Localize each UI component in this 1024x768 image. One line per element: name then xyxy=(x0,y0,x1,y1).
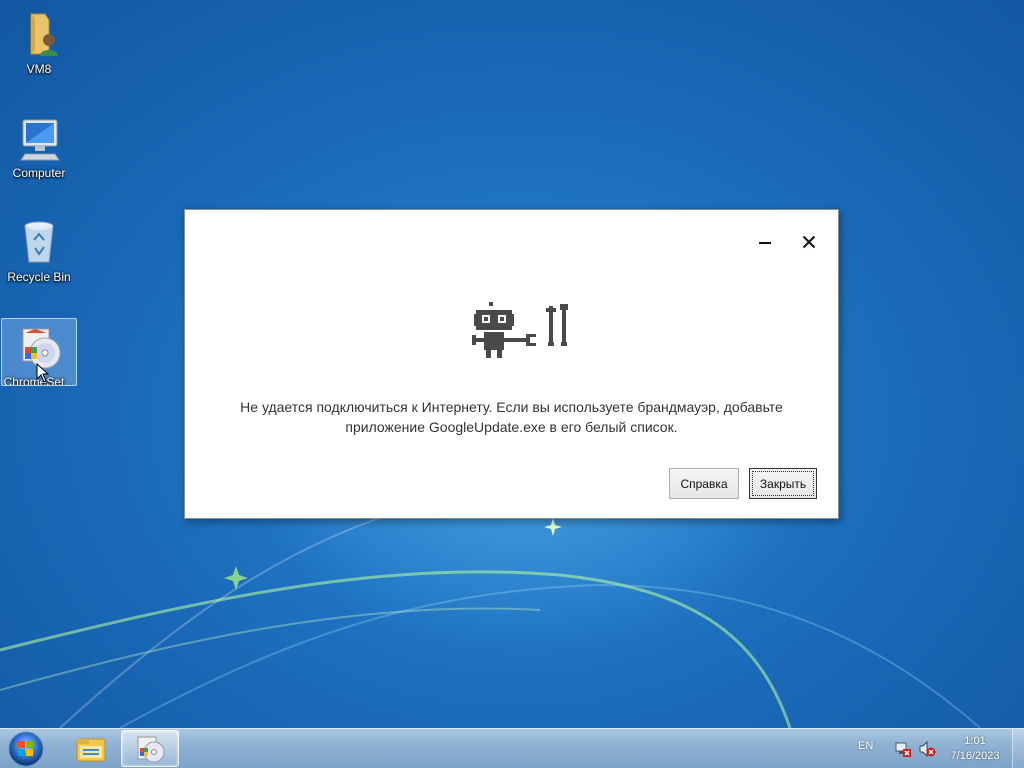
offline-robot-icon xyxy=(472,302,568,358)
wallpaper-flare xyxy=(544,518,562,536)
window-close-button[interactable] xyxy=(797,230,821,254)
offline-error-dialog: Не удается подключиться к Интернету. Есл… xyxy=(184,209,839,519)
error-message-line-2: приложение GoogleUpdate.exe в его белый … xyxy=(345,419,678,435)
desktop-icon-vm8[interactable]: VM8 xyxy=(1,6,77,76)
clock-time: 1:01 xyxy=(964,735,986,747)
user-folder-icon xyxy=(15,10,63,58)
desktop-icon-computer[interactable]: Computer xyxy=(1,110,77,180)
error-message: Не удается подключиться к Интернету. Есл… xyxy=(205,397,818,437)
desktop-icon-label: Recycle Bin xyxy=(7,270,71,284)
desktop-icon-recycle-bin[interactable]: Recycle Bin xyxy=(1,214,77,284)
computer-icon xyxy=(15,114,63,162)
desktop-icon-chrome-setup[interactable]: ChromeSet... xyxy=(1,318,77,386)
volume-muted-icon xyxy=(919,740,936,758)
close-button[interactable]: Закрыть xyxy=(749,468,817,499)
recycle-bin-icon xyxy=(15,218,63,266)
system-clock[interactable]: 1:01 7/16/2023 xyxy=(942,734,1008,764)
clock-date: 7/16/2023 xyxy=(950,750,1000,762)
windows-start-orb-icon xyxy=(8,731,44,767)
volume-tray-button[interactable] xyxy=(918,740,936,761)
taskbar: EN 1:01 7/16/2023 xyxy=(0,728,1024,768)
close-icon xyxy=(802,235,816,249)
minimize-icon xyxy=(759,242,771,244)
help-button[interactable]: Справка xyxy=(669,468,739,499)
language-indicator[interactable]: EN xyxy=(858,740,873,752)
taskbar-explorer-button[interactable] xyxy=(62,730,120,767)
setup-installer-icon xyxy=(137,736,165,762)
error-message-line-1: Не удается подключиться к Интернету. Есл… xyxy=(240,399,783,415)
focus-ring xyxy=(752,471,814,496)
desktop-icon-label: VM8 xyxy=(26,62,52,76)
network-tray-button[interactable] xyxy=(894,741,912,761)
folder-explorer-icon xyxy=(76,738,106,761)
start-button[interactable] xyxy=(4,729,48,768)
show-desktop-button[interactable] xyxy=(1012,729,1024,768)
mouse-cursor-icon xyxy=(36,363,50,383)
desktop-icon-label: Computer xyxy=(12,166,66,180)
network-disconnected-icon xyxy=(895,742,911,757)
taskbar-chrome-setup-button[interactable] xyxy=(121,730,179,767)
minimize-button[interactable] xyxy=(753,230,777,254)
